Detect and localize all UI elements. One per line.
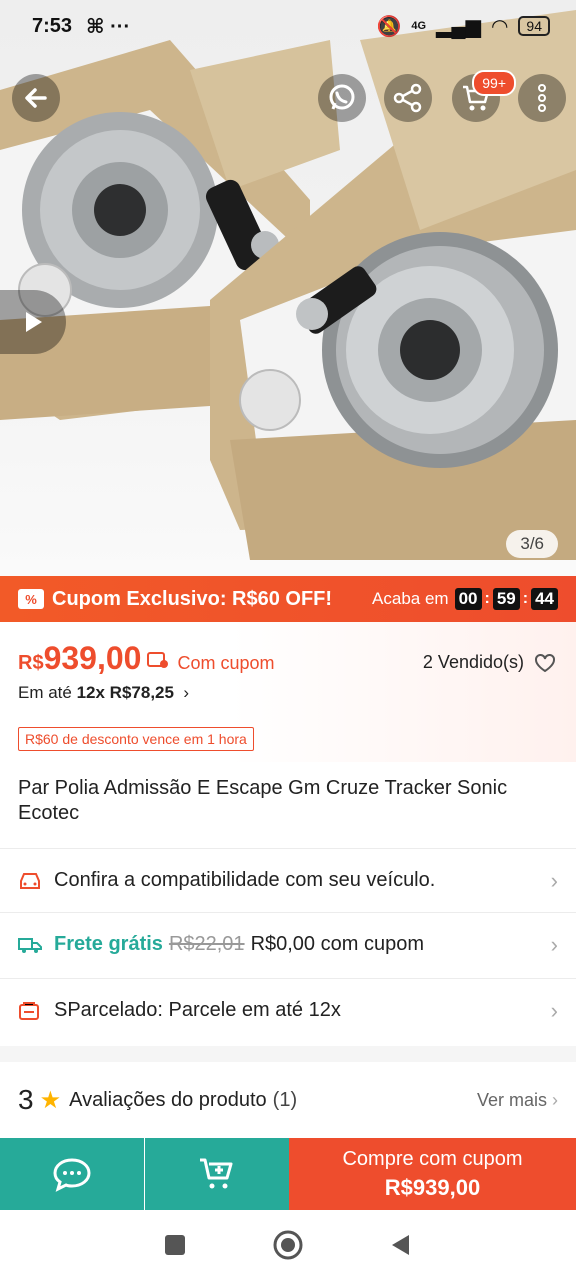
chevron-right-icon: › — [178, 683, 190, 702]
installment-info[interactable]: Em até 12x R$78,25 › — [18, 683, 558, 703]
whatsapp-icon — [329, 84, 355, 110]
back-arrow-icon — [25, 88, 47, 108]
share-button[interactable] — [384, 74, 432, 122]
see-more-label: Ver mais — [476, 1089, 547, 1110]
more-options-button[interactable] — [518, 74, 566, 122]
shipping-row[interactable]: Frete grátis R$22,01 R$0,00 com cupom › — [0, 912, 576, 976]
shipping-old-price: R$22,01 — [168, 933, 245, 955]
chat-button[interactable] — [0, 1138, 144, 1210]
countdown-seconds: 44 — [531, 588, 558, 610]
buy-with-coupon-button[interactable]: Compre com cupom R$939,00 — [289, 1138, 576, 1210]
chevron-right-icon: › — [550, 997, 558, 1023]
share-icon — [393, 83, 422, 113]
car-icon — [20, 872, 40, 889]
back-nav-icon[interactable] — [388, 1232, 414, 1258]
wifi-icon: ◠ — [490, 15, 509, 38]
coupon-banner[interactable]: % Cupom Exclusivo: R$60 OFF! Acaba em 00… — [0, 576, 576, 622]
cart-button[interactable]: 99+ — [452, 70, 516, 122]
price-currency: R$ — [18, 652, 44, 674]
reviews-header[interactable]: 3 ★ Avaliações do produto (1) Ver mais › — [0, 1062, 576, 1138]
coupon-title: Cupom Exclusivo: R$60 OFF! — [52, 587, 333, 610]
free-shipping-label: Frete grátis — [54, 933, 163, 955]
chat-icon — [53, 1158, 91, 1192]
price-with-coupon: Com cupom — [177, 653, 275, 673]
signal-icon: ▂▄▆ — [436, 15, 481, 38]
back-button[interactable] — [12, 74, 60, 122]
bottom-action-bar: Compre com cupom R$939,00 — [0, 1138, 576, 1210]
battery-indicator: 94 — [518, 16, 550, 36]
chevron-right-icon: › — [550, 931, 558, 957]
shipping-new-price: R$0,00 com cupom — [250, 933, 424, 955]
price-section: R$ 939,00 Com cupom 2 Vendido(s) Em até … — [0, 622, 576, 762]
product-page: 7:53 ⌘ ··· 🔕 4G ▂▄▆ ◠ 94 99+ 3/6 % Cupom… — [0, 0, 576, 1280]
discount-expire-tag: R$60 de desconto vence em 1 hora — [18, 727, 254, 751]
coupon-ticket-icon — [147, 652, 169, 668]
system-nav-bar — [0, 1210, 576, 1280]
installment-row-text: SParcelado: Parcele em até 12x — [54, 999, 341, 1021]
countdown-minutes: 59 — [492, 588, 520, 610]
play-icon — [26, 312, 42, 332]
installment-icon — [19, 1001, 39, 1020]
heart-icon[interactable] — [534, 653, 556, 673]
chevron-right-icon: › — [552, 1089, 558, 1110]
compatibility-row[interactable]: Confira a compatibilidade com seu veícul… — [0, 848, 576, 912]
whatsapp-button[interactable] — [318, 74, 366, 122]
add-to-cart-button[interactable] — [145, 1138, 289, 1210]
recent-apps-icon[interactable] — [162, 1232, 188, 1258]
installment-value: 12x R$78,25 — [76, 683, 174, 702]
buy-button-price: R$939,00 — [384, 1174, 481, 1200]
compatibility-text: Confira a compatibilidade com seu veícul… — [54, 869, 436, 891]
product-image[interactable]: 7:53 ⌘ ··· 🔕 4G ▂▄▆ ◠ 94 99+ 3/6 — [0, 0, 576, 576]
mute-icon: 🔕 — [376, 15, 402, 38]
buy-button-label: Compre com cupom — [342, 1147, 523, 1170]
sold-count-area: 2 Vendido(s) — [423, 652, 556, 673]
image-counter: 3/6 — [506, 530, 558, 558]
coupon-ends-label: Acaba em — [372, 589, 449, 608]
cart-badge: 99+ — [472, 70, 516, 96]
section-divider — [0, 1046, 576, 1062]
see-more-link[interactable]: Ver mais › — [477, 1090, 558, 1111]
more-vertical-icon — [538, 84, 546, 112]
star-icon: ★ — [39, 1086, 62, 1114]
rating-value: 3 — [18, 1084, 34, 1115]
price-amount: 939,00 — [43, 640, 142, 676]
add-cart-icon — [200, 1158, 233, 1189]
product-title: Par Polia Admissão E Escape Gm Cruze Tra… — [18, 777, 508, 824]
notification-icon: ⌘ ··· — [86, 15, 131, 38]
installment-row[interactable]: SParcelado: Parcele em até 12x › — [0, 978, 576, 1042]
coupon-icon: % — [18, 589, 44, 609]
status-time: 7:53 — [32, 14, 73, 37]
truck-icon — [18, 937, 42, 953]
reviews-label: Avaliações do produto — [69, 1088, 267, 1111]
home-icon[interactable] — [272, 1229, 304, 1261]
status-bar: 7:53 ⌘ ··· 🔕 4G ▂▄▆ ◠ 94 — [0, 0, 576, 52]
play-video-button[interactable] — [0, 290, 66, 354]
reviews-count: (1) — [272, 1088, 298, 1111]
chevron-right-icon: › — [550, 867, 558, 893]
network-label: 4G — [411, 20, 427, 32]
countdown-hours: 00 — [454, 588, 482, 610]
installment-prefix: Em até — [18, 683, 72, 702]
sold-count: 2 Vendido(s) — [422, 652, 524, 672]
